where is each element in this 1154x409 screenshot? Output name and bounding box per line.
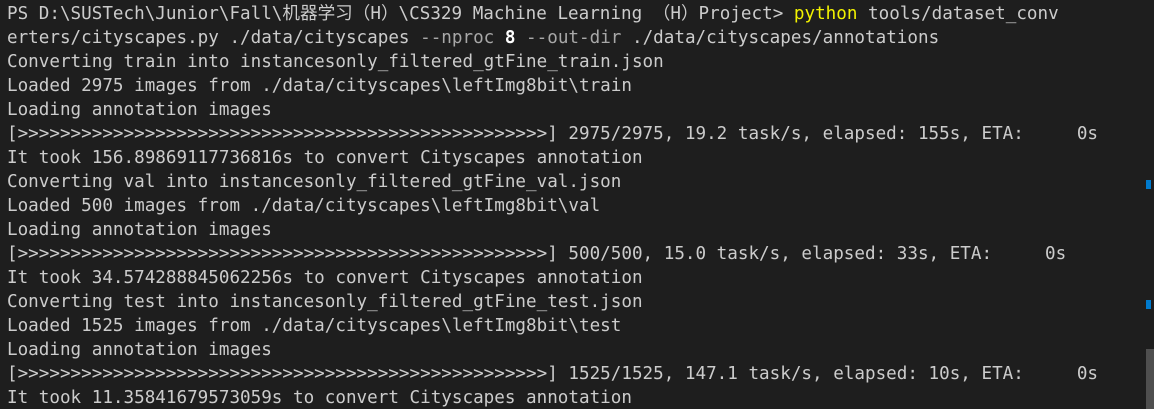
scroll-marker bbox=[1146, 300, 1151, 309]
terminal-text-plain: It took 34.574288845062256s to convert C… bbox=[7, 268, 643, 288]
terminal-line: It took 156.89869117736816s to convert C… bbox=[7, 146, 1147, 170]
terminal-text-plain: Converting test into instancesonly_filte… bbox=[7, 292, 643, 312]
terminal-line: [>>>>>>>>>>>>>>>>>>>>>>>>>>>>>>>>>>>>>>>… bbox=[7, 122, 1147, 146]
terminal-line: Converting test into instancesonly_filte… bbox=[7, 290, 1147, 314]
terminal-text-plain: [>>>>>>>>>>>>>>>>>>>>>>>>>>>>>>>>>>>>>>>… bbox=[7, 364, 1099, 384]
terminal-text-num: 8 bbox=[504, 28, 516, 48]
terminal-text-plain: [>>>>>>>>>>>>>>>>>>>>>>>>>>>>>>>>>>>>>>>… bbox=[7, 244, 1067, 264]
terminal-line: It took 34.574288845062256s to convert C… bbox=[7, 266, 1147, 290]
terminal-text-plain: It took 156.89869117736816s to convert C… bbox=[7, 148, 643, 168]
terminal-text-plain: Converting val into instancesonly_filter… bbox=[7, 172, 622, 192]
terminal-line: Loaded 2975 images from ./data/cityscape… bbox=[7, 74, 1147, 98]
terminal-text-plain: tools/dataset_conv bbox=[857, 4, 1059, 24]
terminal-text-plain: It took 11.35841679573059s to convert Ci… bbox=[7, 388, 632, 408]
terminal-text-plain: Loaded 2975 images from ./data/cityscape… bbox=[7, 76, 632, 96]
terminal-line: erters/cityscapes.py ./data/cityscapes -… bbox=[7, 26, 1147, 50]
terminal-line: It took 11.35841679573059s to convert Ci… bbox=[7, 386, 1147, 409]
terminal-text-plain: PS D:\SUSTech\Junior\Fall\机器学习（H）\CS329 … bbox=[7, 4, 794, 24]
terminal-text-plain: [>>>>>>>>>>>>>>>>>>>>>>>>>>>>>>>>>>>>>>>… bbox=[7, 124, 1099, 144]
scroll-marker bbox=[1146, 180, 1151, 189]
terminal-text-plain: Loading annotation images bbox=[7, 100, 272, 120]
terminal-text-plain: ./data/cityscapes/annotations bbox=[621, 28, 940, 48]
terminal-line: Loading annotation images bbox=[7, 338, 1147, 362]
terminal-panel[interactable]: PS D:\SUSTech\Junior\Fall\机器学习（H）\CS329 … bbox=[0, 0, 1154, 409]
terminal-line: Loaded 500 images from ./data/cityscapes… bbox=[7, 194, 1147, 218]
terminal-text-plain: Loaded 1525 images from ./data/cityscape… bbox=[7, 316, 622, 336]
terminal-line: Converting val into instancesonly_filter… bbox=[7, 170, 1147, 194]
terminal-text-plain: Converting train into instancesonly_filt… bbox=[7, 52, 664, 72]
terminal-line: Converting train into instancesonly_filt… bbox=[7, 50, 1147, 74]
terminal-text-plain bbox=[494, 28, 505, 48]
terminal-text-flag: --nproc bbox=[420, 28, 495, 48]
terminal-line: Loaded 1525 images from ./data/cityscape… bbox=[7, 314, 1147, 338]
terminal-line: [>>>>>>>>>>>>>>>>>>>>>>>>>>>>>>>>>>>>>>>… bbox=[7, 362, 1147, 386]
terminal-text-plain: Loading annotation images bbox=[7, 340, 272, 360]
terminal-line: [>>>>>>>>>>>>>>>>>>>>>>>>>>>>>>>>>>>>>>>… bbox=[7, 242, 1147, 266]
terminal-line: Loading annotation images bbox=[7, 218, 1147, 242]
terminal-text-plain: Loading annotation images bbox=[7, 220, 272, 240]
terminal-text-plain: Loaded 500 images from ./data/cityscapes… bbox=[7, 196, 601, 216]
terminal-line: PS D:\SUSTech\Junior\Fall\机器学习（H）\CS329 … bbox=[7, 2, 1147, 26]
terminal-text-plain: erters/cityscapes.py ./data/cityscapes bbox=[7, 28, 421, 48]
terminal-text-plain bbox=[515, 28, 526, 48]
terminal-scrollbar-thumb[interactable] bbox=[1146, 349, 1154, 409]
terminal-line: Loading annotation images bbox=[7, 98, 1147, 122]
terminal-text-flag: --out-dir bbox=[526, 28, 622, 48]
terminal-output: PS D:\SUSTech\Junior\Fall\机器学习（H）\CS329 … bbox=[7, 2, 1147, 409]
terminal-text-cmd: python bbox=[793, 4, 858, 24]
